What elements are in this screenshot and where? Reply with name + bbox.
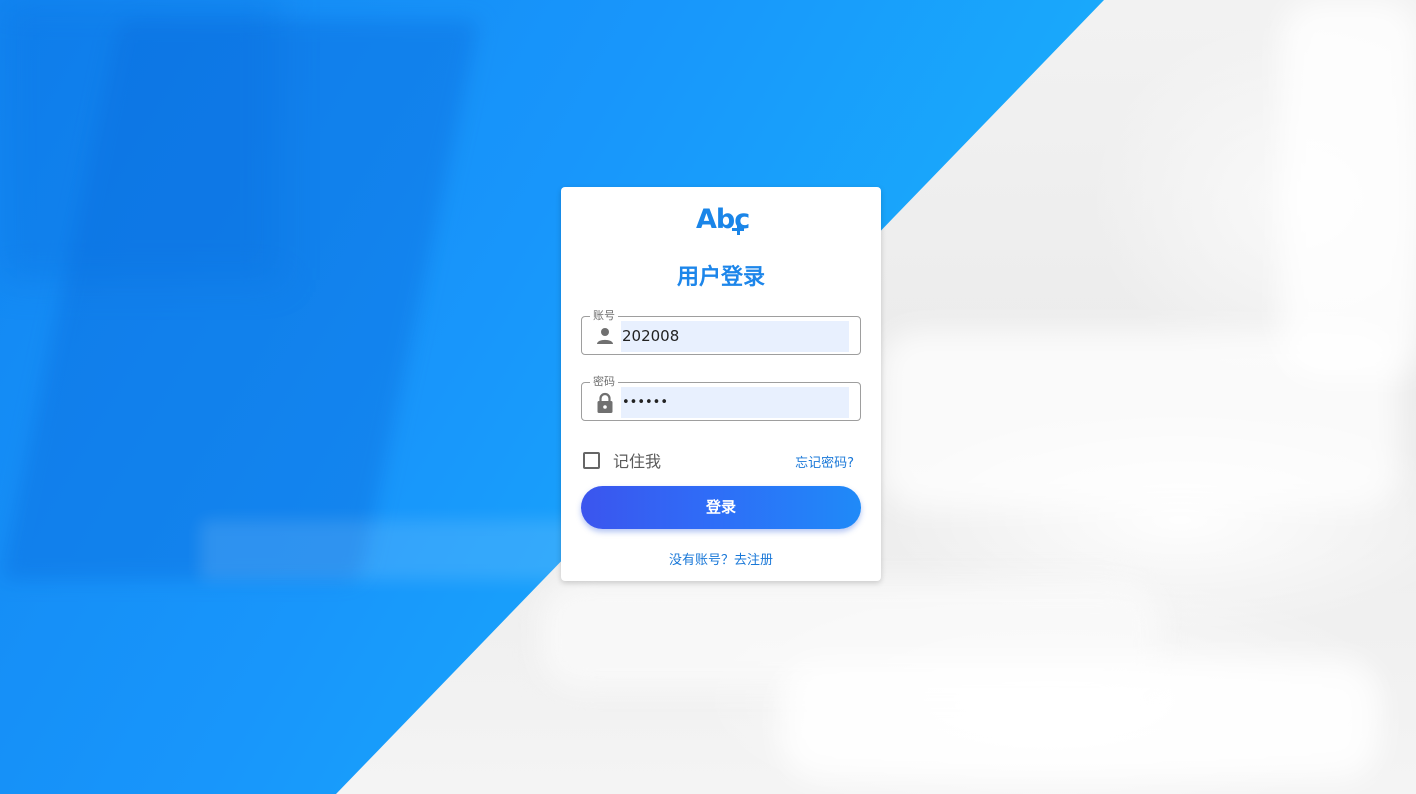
password-label: 密码 <box>590 375 618 389</box>
page-title: 用户登录 <box>676 265 765 290</box>
login-page: Abc 用户登录 账号 202008 密码 •••••• 记住我 忘记密码? 登… <box>0 0 1416 794</box>
remember-label: 记住我 <box>613 452 662 471</box>
account-field[interactable]: 账号 202008 <box>581 309 861 355</box>
remember-checkbox[interactable] <box>583 451 600 469</box>
plus-icon <box>732 223 744 235</box>
account-label: 账号 <box>590 309 618 323</box>
remember-me[interactable]: 记住我 <box>583 449 661 471</box>
password-input[interactable]: •••••• <box>621 387 849 418</box>
account-input[interactable]: 202008 <box>621 321 849 352</box>
forgot-password-link[interactable]: 忘记密码? <box>795 452 854 471</box>
login-button[interactable]: 登录 <box>581 486 861 529</box>
app-logo: Abc <box>696 204 750 235</box>
login-card: Abc 用户登录 账号 202008 密码 •••••• 记住我 忘记密码? 登… <box>561 187 881 581</box>
register-link[interactable]: 没有账号？去注册 <box>561 549 881 568</box>
lock-icon <box>595 392 615 413</box>
person-icon <box>595 326 615 346</box>
password-field[interactable]: 密码 •••••• <box>581 375 861 421</box>
